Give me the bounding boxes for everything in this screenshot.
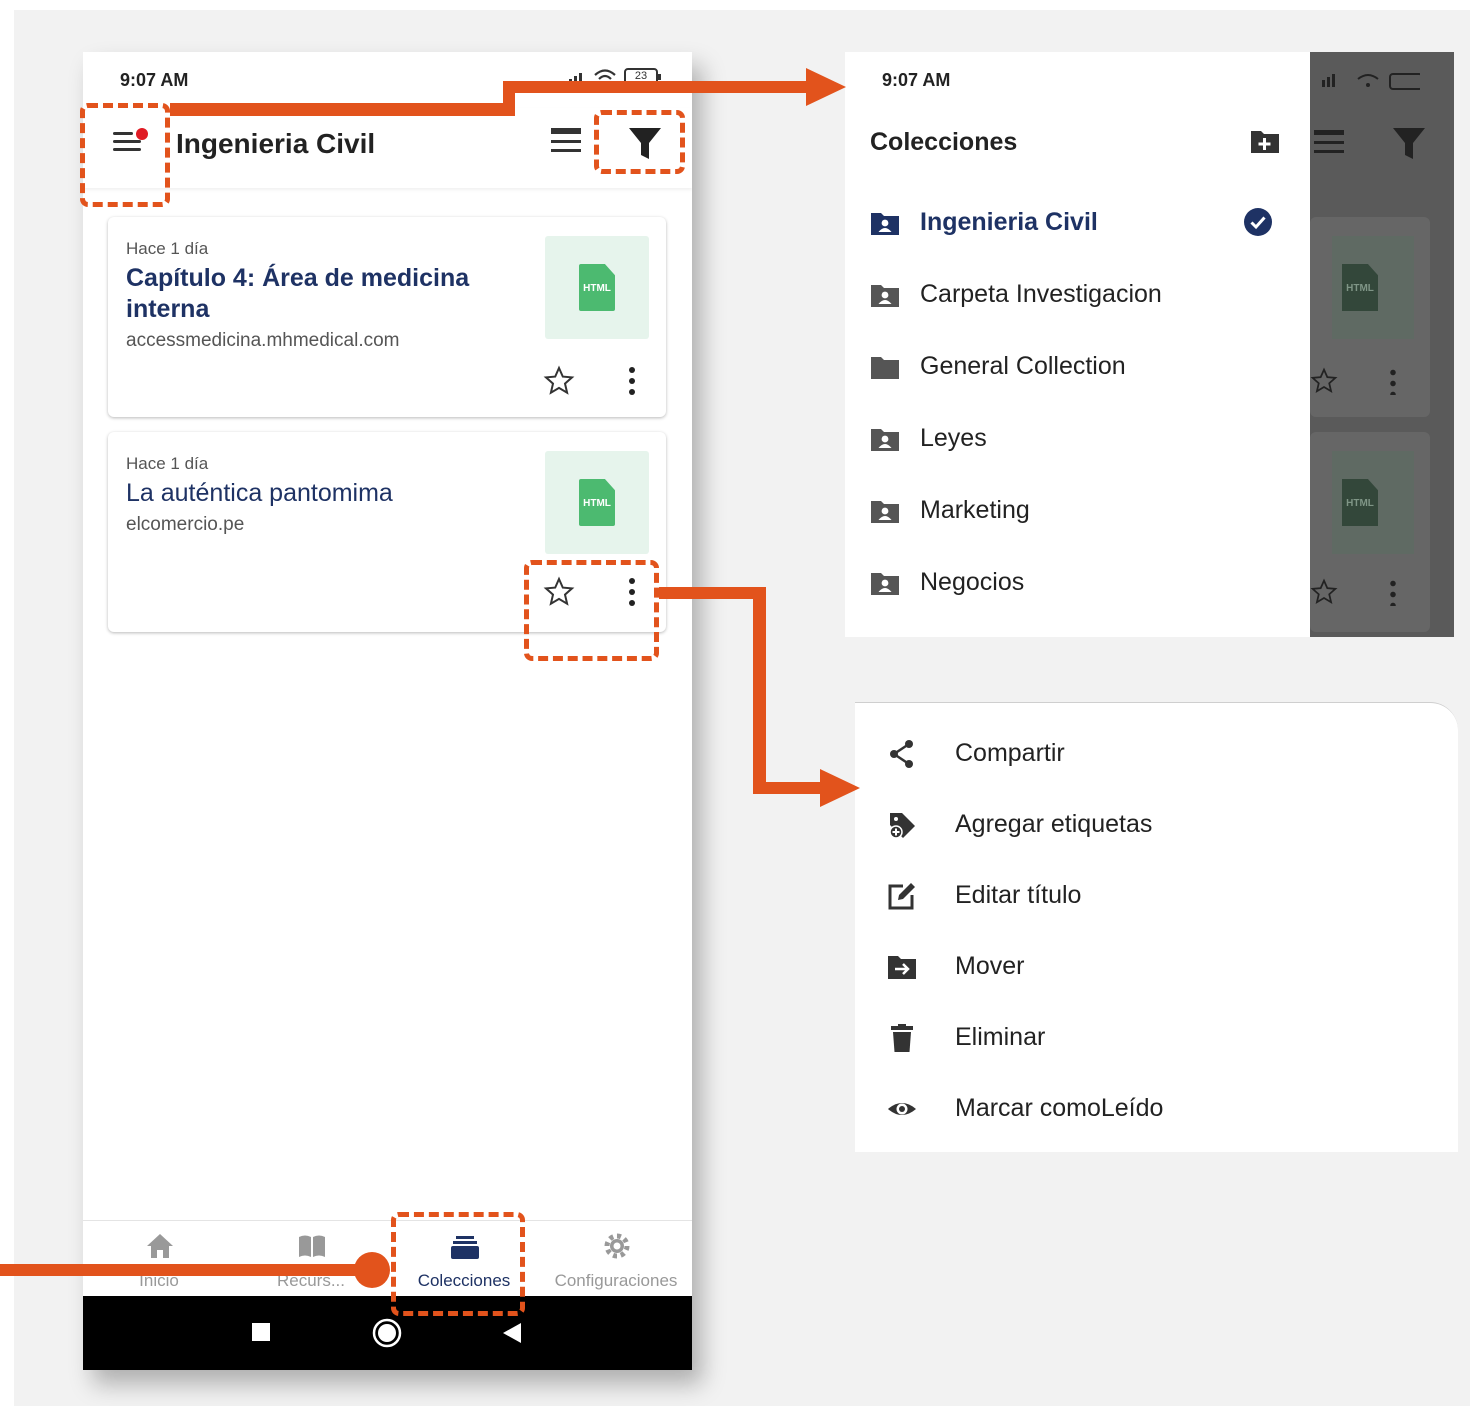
menu-item-eliminar[interactable]: Eliminar: [855, 1013, 1458, 1061]
status-bar: 9:07 AM 23: [83, 52, 692, 108]
card-title[interactable]: Capítulo 4: Área de medicina interna: [126, 263, 526, 325]
new-folder-icon[interactable]: [1250, 128, 1280, 154]
edit-icon: [888, 883, 915, 910]
system-navigation-bar: [83, 1296, 692, 1370]
phone-screen: 9:07 AM 23 Ingenieria Civil Hace 1 día C…: [83, 52, 692, 1370]
annotation-line: [503, 81, 813, 93]
home-system-icon[interactable]: [372, 1318, 402, 1348]
card-domain: accessmedicina.mhmedical.com: [126, 330, 400, 351]
annotation-arrowhead: [806, 68, 846, 106]
card-domain: elcomercio.pe: [126, 514, 245, 535]
annotation-line: [659, 587, 766, 599]
card-dimmed: HTML: [1310, 217, 1430, 417]
check-circle-icon: [1244, 208, 1272, 236]
menu-item-agregar-etiquetas[interactable]: Agregar etiquetas: [855, 800, 1458, 848]
shared-folder-icon: [871, 573, 899, 595]
annotation-line: [0, 1264, 375, 1276]
back-system-icon[interactable]: [501, 1322, 523, 1344]
collection-item-leyes[interactable]: Leyes: [870, 420, 1290, 460]
nav-item-configuraciones[interactable]: Configuraciones: [540, 1221, 692, 1297]
annotation-arrowhead: [820, 769, 860, 807]
recent-apps-icon[interactable]: [251, 1322, 271, 1342]
collection-item-general-collection[interactable]: General Collection: [870, 348, 1290, 388]
add-tag-icon: [889, 813, 915, 839]
card-date: Hace 1 día: [126, 239, 209, 258]
card-dimmed: HTML: [1310, 432, 1430, 632]
status-time: 9:07 AM: [120, 70, 189, 90]
html-file-icon: HTML: [579, 479, 615, 526]
move-folder-icon: [888, 956, 916, 979]
status-time: 9:07 AM: [882, 70, 951, 90]
card-thumbnail[interactable]: HTML: [545, 451, 649, 554]
shared-folder-icon: [871, 429, 899, 451]
resource-card[interactable]: Hace 1 día Capítulo 4: Área de medicina …: [108, 217, 666, 417]
menu-item-compartir[interactable]: Compartir: [855, 729, 1458, 777]
nav-item-inicio[interactable]: Inicio: [83, 1221, 235, 1297]
gear-icon: [604, 1233, 630, 1259]
highlight-colecciones-tab: [391, 1212, 525, 1316]
annotation-dot: [354, 1252, 390, 1288]
card-date: Hace 1 día: [126, 454, 209, 473]
shared-folder-icon: [871, 285, 899, 307]
page-title: Ingenieria Civil: [176, 128, 376, 159]
share-icon: [890, 740, 913, 768]
menu-item-marcar-leido[interactable]: Marcar comoLeído: [855, 1084, 1458, 1132]
star-icon[interactable]: [543, 365, 575, 397]
book-icon: [299, 1235, 325, 1257]
highlight-filter: [594, 110, 685, 174]
shared-folder-icon: [871, 213, 899, 235]
card-title[interactable]: La auténtica pantomima: [126, 478, 526, 509]
more-options-icon[interactable]: [618, 365, 646, 397]
shared-folder-icon: [871, 501, 899, 523]
collection-item-carpeta-investigacion[interactable]: Carpeta Investigacion: [870, 276, 1290, 316]
menu-item-editar-titulo[interactable]: Editar título: [855, 871, 1458, 919]
html-file-icon: HTML: [579, 264, 615, 311]
drawer-scrim[interactable]: HTML HTML: [1310, 52, 1454, 637]
context-menu-sheet: Compartir Agregar etiquetas Editar títul…: [855, 702, 1458, 1152]
filter-icon-dimmed: [1393, 128, 1425, 159]
bottom-navigation: Inicio Recurs... Colecciones Configuraci…: [83, 1220, 692, 1296]
highlight-card-actions: [524, 560, 659, 661]
annotation-line: [753, 587, 766, 794]
collection-item-negocios[interactable]: Negocios: [870, 564, 1290, 604]
highlight-menu: [80, 103, 170, 207]
eye-icon: [888, 1103, 916, 1115]
collections-drawer-screen: HTML HTML 9:07 AM Colecciones Ingenieria…: [845, 52, 1454, 637]
collection-item-ingenieria-civil[interactable]: Ingenieria Civil: [870, 204, 1290, 244]
annotation-line: [753, 782, 825, 794]
folder-icon: [871, 357, 899, 379]
trash-icon: [891, 1024, 913, 1052]
menu-item-mover[interactable]: Mover: [855, 942, 1458, 990]
collection-item-marketing[interactable]: Marketing: [870, 492, 1290, 532]
list-view-icon-dimmed: [1314, 130, 1344, 153]
card-thumbnail[interactable]: HTML: [545, 236, 649, 339]
home-icon: [147, 1234, 173, 1258]
annotation-line: [170, 103, 515, 116]
drawer-title: Colecciones: [870, 128, 1018, 156]
list-view-icon[interactable]: [551, 128, 583, 158]
status-icons-dimmed: [1322, 73, 1420, 90]
